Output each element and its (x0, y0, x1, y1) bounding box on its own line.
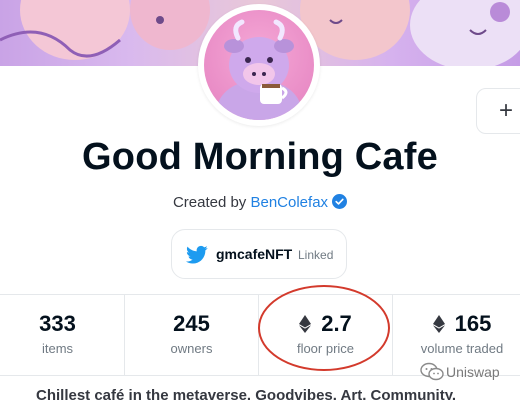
linked-status: Linked (298, 248, 334, 262)
stat-value: 333 (39, 311, 76, 336)
avatar-image (204, 10, 314, 120)
stat-value: 245 (173, 311, 210, 336)
highlight-circle-annotation (258, 285, 390, 371)
collection-title: Good Morning Cafe (82, 136, 438, 178)
created-by-label: Created by (172, 194, 247, 211)
collection-description: Chillest café in the metaverse. Goodvibe… (36, 387, 457, 400)
stat-label: owners (170, 341, 213, 356)
stat-value: 165 (454, 311, 492, 336)
watermark: Uniswap (420, 362, 520, 384)
stat-owners[interactable]: 245 owners (125, 295, 259, 375)
verified-badge-icon (332, 194, 348, 209)
stat-items[interactable]: 333 items (0, 295, 125, 375)
stat-label: volume traded (420, 341, 504, 356)
collection-avatar (198, 4, 320, 126)
stat-label: items (41, 341, 74, 356)
creator-link[interactable]: BenColefax (250, 194, 328, 211)
add-watchlist-button[interactable]: + (476, 88, 520, 134)
twitter-link[interactable]: gmcafeNFT Linked (171, 229, 347, 279)
twitter-handle: gmcafeNFT (216, 246, 293, 262)
cow-mascot-icon (217, 19, 301, 120)
wechat-icon (420, 362, 444, 381)
plus-icon: + (499, 97, 514, 124)
watermark-text: Uniswap (446, 364, 500, 380)
ethereum-icon (432, 315, 445, 333)
stat-value-row: 165 (393, 311, 520, 337)
twitter-icon (186, 245, 208, 264)
creator-line: Created by BenColefax (0, 194, 520, 211)
